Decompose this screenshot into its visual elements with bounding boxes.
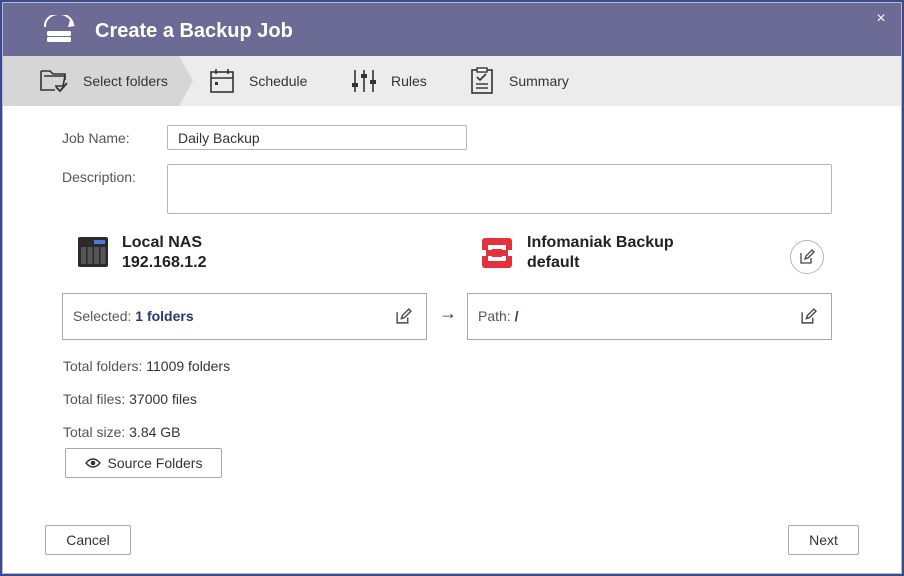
source-selection-box: Selected: 1 folders	[62, 293, 427, 340]
edit-path-icon[interactable]	[800, 308, 817, 325]
total-size-value: 3.84 GB	[129, 424, 181, 440]
total-size: Total size: 3.84 GB	[63, 424, 181, 440]
job-name-label: Job Name:	[62, 130, 130, 146]
step-label: Rules	[391, 73, 427, 89]
source-folders-label: Source Folders	[107, 455, 203, 471]
edit-icon	[800, 249, 815, 264]
step-label: Summary	[509, 73, 569, 89]
destination-path-box: Path: /	[467, 293, 832, 340]
selected-label: Selected:	[73, 308, 132, 324]
sliders-icon	[352, 70, 376, 92]
close-icon[interactable]: ×	[873, 11, 889, 27]
wizard-steps: Select folders Schedule Rules Summary	[3, 56, 901, 106]
total-size-label: Total size:	[63, 424, 126, 440]
total-folders: Total folders: 11009 folders	[63, 358, 230, 374]
next-button[interactable]: Next	[788, 525, 859, 555]
cancel-button[interactable]: Cancel	[45, 525, 131, 555]
eye-icon	[84, 458, 101, 468]
step-rules[interactable]: Rules	[351, 56, 427, 106]
step-select-folders[interactable]: Select folders	[39, 56, 168, 106]
dialog-titlebar: Create a Backup Job ×	[3, 3, 901, 56]
path-value: /	[514, 308, 519, 324]
step-schedule[interactable]: Schedule	[209, 56, 307, 106]
destination-name: Infomaniak Backup	[527, 234, 674, 251]
description-input[interactable]	[167, 164, 832, 214]
step-label: Select folders	[83, 73, 168, 89]
total-folders-value: 11009 folders	[146, 358, 231, 374]
clipboard-icon	[471, 67, 493, 94]
calendar-icon	[210, 69, 234, 93]
total-files-value: 37000 files	[129, 391, 197, 407]
backup-sync-icon	[43, 15, 75, 42]
nas-device-icon	[78, 237, 108, 267]
arrow-right-icon: →	[439, 303, 457, 323]
source-name: Local NAS	[122, 234, 203, 251]
source-folders-button[interactable]: Source Folders	[65, 448, 222, 478]
edit-source-icon[interactable]	[395, 308, 412, 325]
destination-profile: default	[527, 254, 580, 271]
step-summary[interactable]: Summary	[469, 56, 569, 106]
folder-check-icon	[40, 70, 68, 93]
total-files-label: Total files:	[63, 391, 126, 407]
dialog-title: Create a Backup Job	[95, 20, 293, 42]
description-label: Description:	[62, 169, 136, 185]
job-name-input[interactable]	[167, 125, 467, 150]
infomaniak-logo-icon	[482, 238, 512, 268]
selected-count: 1 folders	[135, 308, 194, 324]
source-address: 192.168.1.2	[122, 254, 207, 271]
step-label: Schedule	[249, 73, 308, 89]
path-label: Path:	[478, 308, 511, 324]
backup-job-dialog: Create a Backup Job × Select folders Sch…	[2, 2, 902, 574]
total-folders-label: Total folders:	[63, 358, 143, 374]
total-files: Total files: 37000 files	[63, 391, 197, 407]
edit-destination-button[interactable]	[790, 240, 824, 274]
